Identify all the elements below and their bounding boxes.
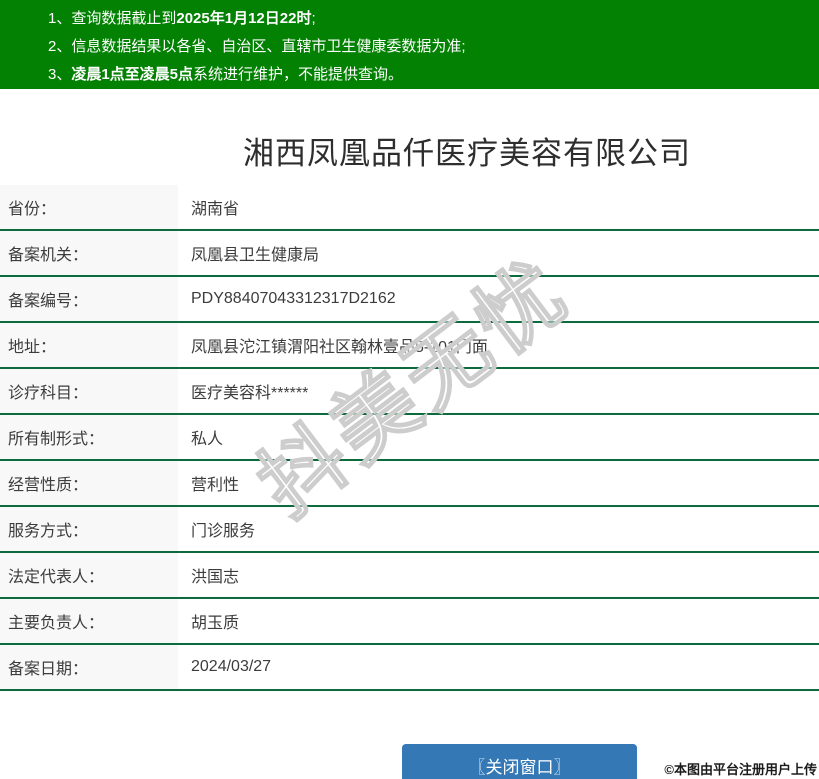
- row-label: 备案编号：: [0, 277, 178, 321]
- table-row: 地址： 凤凰县沱江镇渭阳社区翰林壹品5-101门面: [0, 323, 819, 369]
- notice-number: 2、: [48, 38, 72, 55]
- page-title: 湘西凤凰品仟医疗美容有限公司: [243, 136, 691, 171]
- info-table: 省份： 湖南省 备案机关： 凤凰县卫生健康局 备案编号： PDY88407043…: [0, 185, 819, 691]
- row-label: 经营性质：: [0, 461, 178, 505]
- row-value: 门诊服务: [191, 523, 256, 540]
- table-row: 服务方式： 门诊服务: [0, 507, 819, 553]
- table-row: 备案编号： PDY88407043312317D2162: [0, 277, 819, 323]
- notice-line-1: 1、查询数据截止到2025年1月12日22时;: [48, 5, 809, 33]
- notice-text: 信息数据结果以各省、自治区、直辖市卫生健康委数据为准;: [71, 38, 466, 55]
- notice-number: 3、: [48, 66, 72, 83]
- row-label: 服务方式：: [0, 507, 178, 551]
- table-row: 所有制形式： 私人: [0, 415, 819, 461]
- table-row: 备案日期： 2024/03/27: [0, 645, 819, 691]
- row-value: 营利性: [191, 477, 240, 494]
- notice-text: 查询数据截止到: [71, 10, 177, 27]
- row-label: 省份：: [0, 185, 178, 229]
- notice-number: 1、: [48, 10, 72, 27]
- notice-text: 系统进行维护，不能提供查询。: [193, 66, 404, 83]
- close-window-button[interactable]: 〖关闭窗口〗: [402, 744, 637, 779]
- row-value: 胡玉质: [191, 615, 240, 632]
- row-value: 医疗美容科******: [191, 385, 309, 402]
- notice-line-2: 2、信息数据结果以各省、自治区、直辖市卫生健康委数据为准;: [48, 33, 809, 61]
- row-label: 法定代表人：: [0, 553, 178, 597]
- row-value: 凤凰县卫生健康局: [191, 247, 320, 264]
- row-value: 2024/03/27: [191, 658, 272, 675]
- table-row: 省份： 湖南省: [0, 185, 819, 231]
- upload-credit-note: ©本图由平台注册用户上传: [664, 762, 817, 777]
- table-row: 主要负责人： 胡玉质: [0, 599, 819, 645]
- notice-banner: 1、查询数据截止到2025年1月12日22时; 2、信息数据结果以各省、自治区、…: [0, 0, 819, 89]
- row-label: 所有制形式：: [0, 415, 178, 459]
- row-label: 备案机关：: [0, 231, 178, 275]
- row-label: 地址：: [0, 323, 178, 367]
- notice-bold-text: 凌晨1点至凌晨5点: [71, 66, 194, 83]
- row-value: 私人: [191, 431, 224, 448]
- table-row: 备案机关： 凤凰县卫生健康局: [0, 231, 819, 277]
- row-value: 湖南省: [191, 201, 240, 218]
- table-row: 诊疗科目： 医疗美容科******: [0, 369, 819, 415]
- row-value: 凤凰县沱江镇渭阳社区翰林壹品5-101门面: [191, 339, 488, 356]
- row-label: 主要负责人：: [0, 599, 178, 643]
- row-value: 洪国志: [191, 569, 240, 586]
- notice-text: ;: [311, 10, 316, 27]
- table-row: 经营性质： 营利性: [0, 461, 819, 507]
- notice-bold-text: 2025年1月12日22时: [176, 10, 312, 27]
- page: 1、查询数据截止到2025年1月12日22时; 2、信息数据结果以各省、自治区、…: [0, 0, 819, 779]
- table-row: 法定代表人： 洪国志: [0, 553, 819, 599]
- row-label: 诊疗科目：: [0, 369, 178, 413]
- notice-line-3: 3、凌晨1点至凌晨5点系统进行维护，不能提供查询。: [48, 61, 809, 89]
- row-value: PDY88407043312317D2162: [191, 290, 396, 307]
- row-label: 备案日期：: [0, 645, 178, 689]
